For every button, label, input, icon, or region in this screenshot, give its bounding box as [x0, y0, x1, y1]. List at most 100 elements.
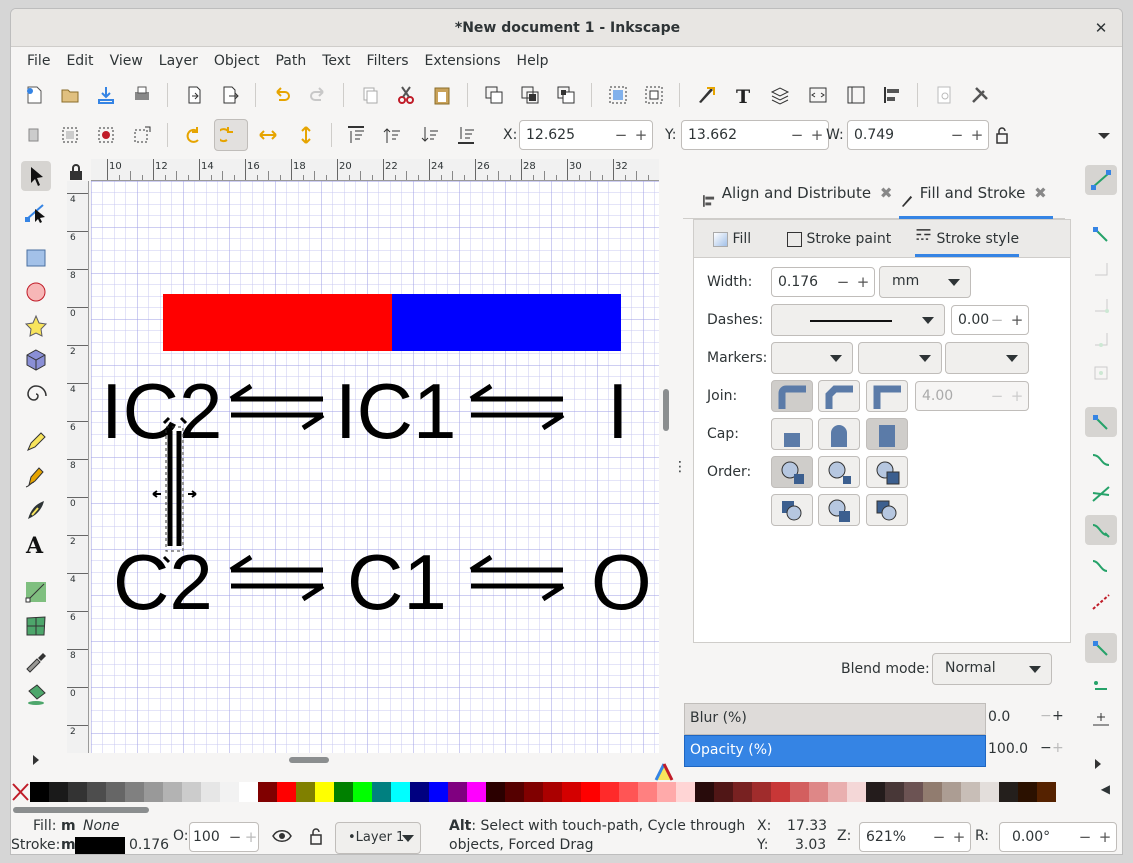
color-swatch[interactable] — [600, 782, 619, 802]
color-swatch[interactable] — [752, 782, 771, 802]
ellipse-tool-icon[interactable] — [21, 277, 51, 307]
close-tab-align-icon[interactable]: ✖ — [880, 184, 893, 202]
star-tool-icon[interactable] — [21, 311, 51, 341]
deselect-icon[interactable] — [131, 124, 153, 146]
drawing-canvas[interactable]: IC2 IC1 I C2 C1 O — [91, 181, 659, 753]
subtab-stroke-style[interactable]: Stroke style — [915, 223, 1020, 257]
snap-enable-icon[interactable] — [1085, 165, 1117, 195]
calligraphy-tool-icon[interactable] — [21, 495, 51, 525]
layers-icon[interactable] — [769, 84, 791, 106]
expand-snap-chevron-icon[interactable] — [1085, 751, 1111, 781]
more-options-chevron-down-icon[interactable] — [1093, 124, 1115, 146]
ungroup-icon[interactable] — [643, 84, 665, 106]
y-decrement-button[interactable]: − — [788, 121, 806, 149]
join-bevel-button[interactable] — [771, 380, 813, 412]
color-swatch[interactable] — [391, 782, 410, 802]
align-distribute-icon[interactable] — [881, 84, 903, 106]
end-marker-select[interactable] — [945, 342, 1029, 374]
opacity-slider[interactable]: Opacity (%) — [684, 735, 986, 767]
clone-icon[interactable] — [519, 84, 541, 106]
3d-box-tool-icon[interactable] — [21, 345, 51, 375]
rotation-decrement[interactable]: − — [1076, 823, 1094, 851]
dropper-tool-icon[interactable] — [21, 645, 51, 675]
fill-value[interactable]: None — [83, 816, 120, 836]
miter-increment[interactable]: + — [1008, 382, 1026, 410]
color-swatch[interactable] — [866, 782, 885, 802]
color-swatch[interactable] — [144, 782, 163, 802]
color-management-icon[interactable] — [653, 761, 674, 781]
print-preview-icon[interactable] — [933, 84, 955, 106]
zoom-decrement[interactable]: − — [930, 823, 948, 851]
order-markers-stroke-button[interactable] — [818, 494, 860, 526]
snap-smooth-nodes-icon[interactable] — [1085, 551, 1117, 581]
w-increment-button[interactable]: + — [968, 121, 986, 149]
y-increment-button[interactable]: + — [808, 121, 826, 149]
width-field[interactable]: 0.749 − + — [847, 120, 989, 150]
select-all-icon[interactable] — [23, 124, 45, 146]
color-swatch[interactable] — [163, 782, 182, 802]
color-swatch[interactable] — [467, 782, 486, 802]
menu-layer[interactable]: Layer — [151, 48, 206, 74]
label-c2[interactable]: C2 — [113, 538, 213, 626]
tab-align-distribute[interactable]: Align and Distribute ✖ — [701, 175, 892, 211]
order-stroke-markers-button[interactable] — [866, 494, 908, 526]
join-round-button[interactable] — [818, 380, 860, 412]
unit-select[interactable]: mm — [879, 266, 971, 298]
palette-scroll-left-icon[interactable]: ◀ — [1101, 782, 1110, 796]
red-rectangle[interactable] — [163, 294, 392, 351]
new-document-icon[interactable] — [23, 84, 45, 106]
opacity-status-increment[interactable]: + — [242, 823, 260, 851]
color-swatch[interactable] — [771, 782, 790, 802]
lock-guides-icon[interactable] — [65, 161, 85, 180]
open-document-icon[interactable] — [59, 84, 81, 106]
color-swatch[interactable] — [296, 782, 315, 802]
select-same-icon[interactable] — [95, 124, 117, 146]
color-swatch[interactable] — [638, 782, 657, 802]
lock-ratio-icon[interactable] — [991, 124, 1013, 146]
zoom-increment[interactable]: + — [950, 823, 968, 851]
color-swatch[interactable] — [809, 782, 828, 802]
color-swatch[interactable] — [30, 782, 49, 802]
zoom-field[interactable]: 621% − + — [859, 822, 971, 852]
toggle-lock-icon[interactable] — [305, 825, 327, 847]
label-i[interactable]: I — [607, 367, 629, 455]
tab-fill-stroke[interactable]: Fill and Stroke ✖ — [899, 175, 1053, 219]
menu-file[interactable]: File — [19, 48, 58, 74]
menu-text[interactable]: Text — [314, 48, 358, 74]
x-position-field[interactable]: 12.625 − + — [519, 120, 653, 150]
flip-vertical-icon[interactable] — [295, 124, 317, 146]
opacity-spin[interactable]: 100.0 − + — [986, 735, 1064, 767]
color-swatch[interactable] — [562, 782, 581, 802]
lower-icon[interactable] — [419, 124, 441, 146]
text-tool-icon[interactable]: A — [21, 529, 51, 559]
subtab-stroke-paint[interactable]: Stroke paint — [787, 223, 891, 255]
paint-bucket-tool-icon[interactable] — [21, 679, 51, 709]
y-position-field[interactable]: 13.662 − + — [681, 120, 829, 150]
color-swatch[interactable] — [486, 782, 505, 802]
paste-icon[interactable] — [431, 84, 453, 106]
select-all-layers-icon[interactable] — [59, 124, 81, 146]
lower-to-bottom-icon[interactable] — [455, 124, 477, 146]
palette-scroll-thumb[interactable] — [13, 807, 149, 813]
menu-path[interactable]: Path — [267, 48, 314, 74]
print-icon[interactable] — [131, 84, 153, 106]
pencil-tool-icon[interactable] — [21, 427, 51, 457]
duplicate-icon[interactable] — [483, 84, 505, 106]
snap-others-icon[interactable] — [1085, 633, 1117, 663]
color-swatch[interactable] — [980, 782, 999, 802]
snap-bbox-icon[interactable] — [1085, 219, 1117, 249]
import-icon[interactable] — [183, 84, 205, 106]
flip-horizontal-icon[interactable] — [257, 124, 279, 146]
color-swatch[interactable] — [315, 782, 334, 802]
snap-center-icon[interactable] — [1085, 669, 1117, 699]
x-decrement-button[interactable]: − — [612, 121, 630, 149]
color-swatch[interactable] — [714, 782, 733, 802]
color-swatch[interactable] — [619, 782, 638, 802]
stroke-color-swatch[interactable] — [75, 837, 125, 854]
label-o[interactable]: O — [591, 538, 652, 626]
color-swatch[interactable] — [182, 782, 201, 802]
menu-object[interactable]: Object — [206, 48, 268, 74]
color-swatch[interactable] — [334, 782, 353, 802]
xml-editor-icon[interactable] — [807, 84, 829, 106]
toggle-visibility-eye-icon[interactable] — [271, 825, 293, 847]
